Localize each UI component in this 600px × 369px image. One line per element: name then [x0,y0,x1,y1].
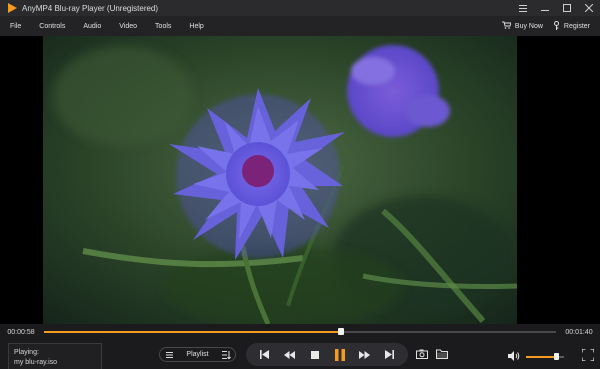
seek-handle[interactable] [337,328,344,335]
camera-icon[interactable] [415,347,429,361]
menu-audio[interactable]: Audio [73,23,109,30]
register-button[interactable]: Register [553,20,590,32]
cart-icon [501,21,512,31]
menu-help[interactable]: Help [179,23,211,30]
buy-now-button[interactable]: Buy Now [501,21,543,31]
skip-next-icon[interactable] [382,347,398,363]
video-frame [43,36,517,324]
seek-progress [44,331,341,333]
fast-forward-icon[interactable] [357,347,373,363]
skip-previous-icon[interactable] [257,347,273,363]
volume-control [508,348,564,366]
seek-bar[interactable] [44,328,556,335]
pause-icon[interactable] [332,347,348,363]
folder-icon[interactable] [435,347,449,361]
transport-controls [246,343,408,366]
volume-handle[interactable] [554,353,560,360]
menu-file[interactable]: File [0,23,29,30]
window-controls [512,0,600,16]
now-playing-file: my blu-ray.iso [14,359,58,366]
playlist-label: Playlist [186,351,209,358]
volume-level [526,356,557,358]
key-icon [553,20,560,32]
fullscreen-icon[interactable] [581,348,595,362]
seek-row: 00:00:58 00:01:40 [0,324,600,340]
playlist-button[interactable]: Playlist [159,347,236,362]
menu-icon[interactable] [512,0,534,16]
menu-tools[interactable]: Tools [145,23,179,30]
now-playing-panel: Playing: my blu-ray.iso [8,343,102,369]
control-bar: Playing: my blu-ray.iso Playlist [0,340,600,369]
menu-bar: File Controls Audio Video Tools Help Buy… [0,16,600,36]
menu-controls[interactable]: Controls [29,23,73,30]
maximize-icon[interactable] [556,0,578,16]
current-time: 00:00:58 [7,328,35,336]
window-title: AnyMP4 Blu-ray Player (Unregistered) [22,3,159,13]
list-icon [160,351,178,358]
volume-slider[interactable] [526,353,564,360]
stop-icon[interactable] [307,347,323,363]
total-time: 00:01:40 [565,328,593,336]
register-label: Register [563,22,590,30]
buy-now-label: Buy Now [514,22,543,30]
menu-video[interactable]: Video [109,23,145,30]
play-logo-icon [6,2,18,14]
rewind-icon[interactable] [282,347,298,363]
minimize-icon[interactable] [534,0,556,16]
video-area[interactable] [0,36,600,324]
speaker-icon[interactable] [508,348,520,366]
now-playing-label: Playing: [14,349,39,356]
close-icon[interactable] [578,0,600,16]
tool-buttons [415,347,449,361]
title-bar: AnyMP4 Blu-ray Player (Unregistered) [0,0,600,16]
sort-icon[interactable] [217,350,235,359]
video-image [43,36,517,324]
